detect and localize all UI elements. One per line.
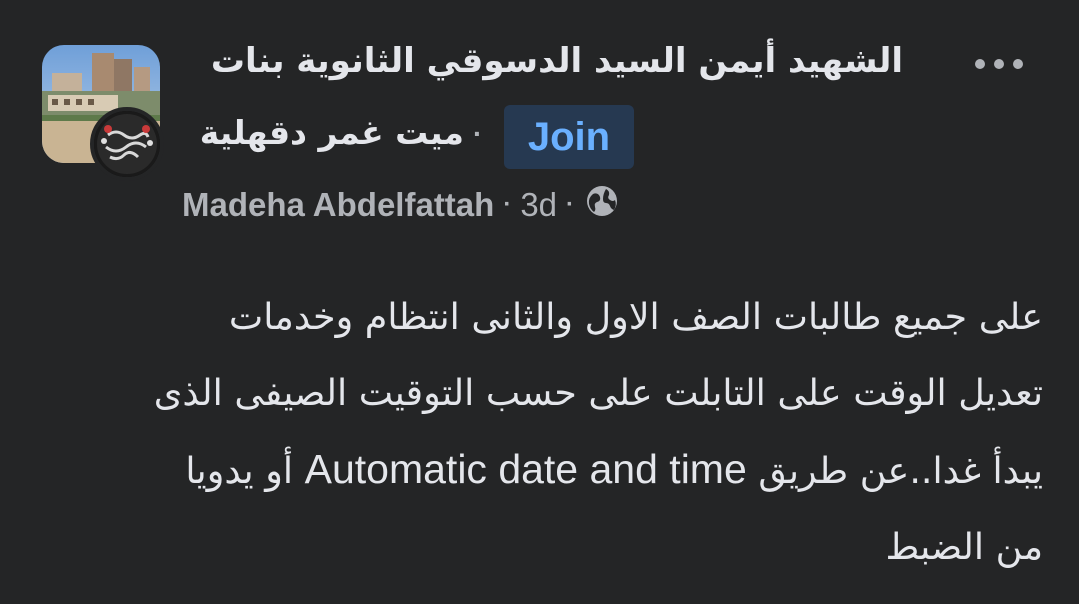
post-line-2: تعديل الوقت على التابلت على حسب التوقيت …	[153, 371, 1043, 414]
author-avatar[interactable]	[90, 107, 164, 181]
group-name-line2[interactable]: ميت غمر دقهلية	[184, 113, 464, 152]
author-name[interactable]: Madeha Abdelfattah	[182, 186, 494, 224]
separator-dot: ·	[473, 118, 483, 149]
post-line-1: على جميع طالبات الصف الاول والثانى انتظا…	[228, 295, 1043, 338]
globe-icon[interactable]	[583, 184, 619, 226]
meta-dot: ·	[503, 191, 512, 218]
post-line-3: يبدأ غدا..عن طريق Automatic date and tim…	[33, 431, 1043, 509]
post-text: على جميع طالبات الصف الاول والثانى انتظا…	[33, 279, 1043, 585]
post-line-4: من الضبط	[885, 525, 1043, 568]
meta-dot: ·	[566, 191, 575, 218]
group-name[interactable]: الشهيد أيمن السيد الدسوقي الثانوية بنات	[163, 44, 903, 78]
post-line-3-english: Automatic date and time	[304, 446, 747, 492]
post-line-3-part1: يبدأ غدا..عن طريق	[758, 449, 1043, 492]
join-button[interactable]: Join	[504, 105, 634, 169]
post-meta: Madeha Abdelfattah · 3d ·	[182, 185, 619, 225]
more-dots-icon[interactable]	[968, 52, 1030, 76]
post-time[interactable]: 3d	[520, 186, 557, 224]
post-line-3-part2: أو يدويا	[185, 449, 294, 492]
avatar-group[interactable]	[42, 45, 164, 181]
